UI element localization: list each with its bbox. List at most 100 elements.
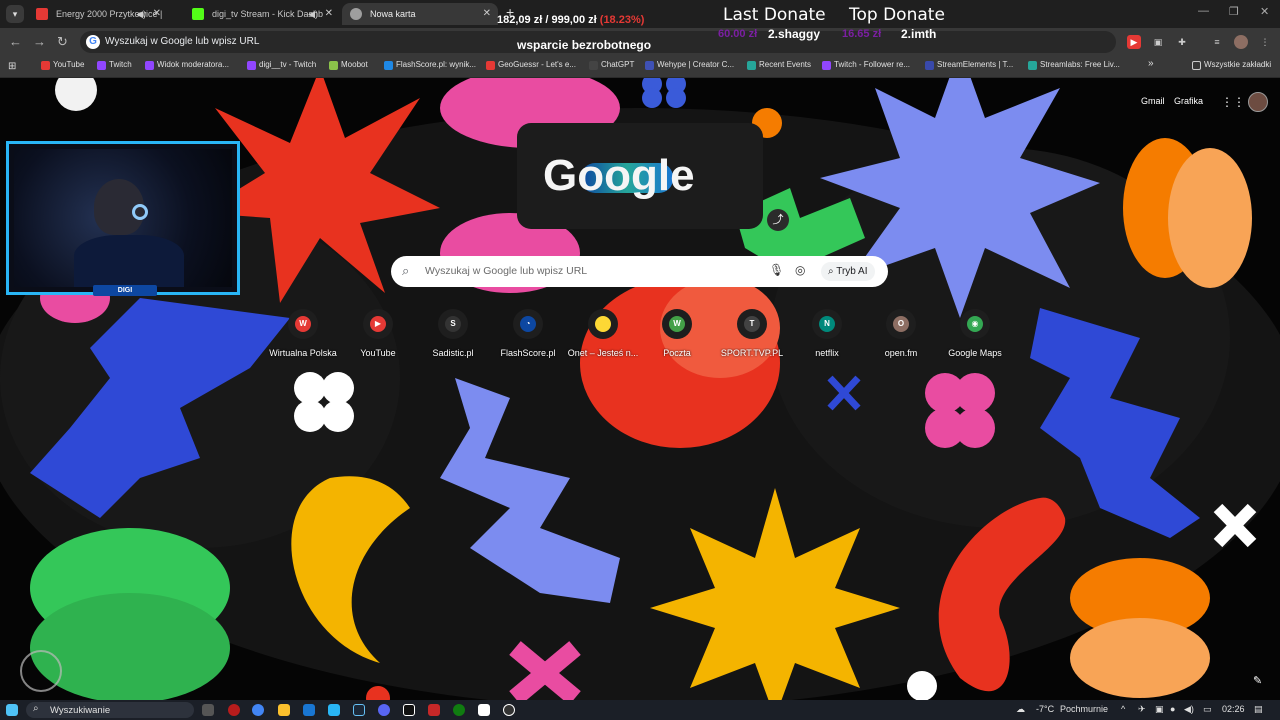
shortcut-sport-tvp[interactable]: T SPORT.TVP.PL: [715, 309, 789, 358]
audio-playing-icon[interactable]: ◀): [308, 3, 318, 25]
chrome-icon[interactable]: [252, 704, 264, 716]
shortcut-wirtualna-polska[interactable]: W Wirtualna Polska: [266, 309, 340, 358]
shortcut-label: Wirtualna Polska: [269, 348, 337, 358]
weather-icon[interactable]: ☁: [1016, 704, 1025, 715]
bookmark-youtube[interactable]: YouTube: [41, 60, 85, 70]
bookmark-twitch-follower[interactable]: Twitch - Follower re...: [822, 60, 910, 70]
tab-new-tab[interactable]: Nowa karta ✕: [342, 3, 498, 25]
bookmark-label: YouTube: [53, 60, 85, 69]
share-doodle-icon[interactable]: ⤴: [767, 209, 789, 231]
customize-pencil-icon[interactable]: ✎: [1253, 674, 1262, 687]
ai-mode-label: Tryb AI: [836, 266, 868, 277]
bookmark-streamelements[interactable]: StreamElements | T...: [925, 60, 1013, 70]
app-icon[interactable]: [428, 704, 440, 716]
doodle-logo-text: Google: [543, 151, 695, 200]
audio-playing-icon[interactable]: ◀): [136, 3, 146, 25]
app-icon[interactable]: [478, 704, 490, 716]
shortcut-poczta[interactable]: W Poczta: [640, 309, 714, 358]
windows-start-icon[interactable]: [6, 704, 18, 716]
shortcut-flashscore[interactable]: ◔ FlashScore.pl: [491, 309, 565, 358]
more-bookmarks-chevron-icon[interactable]: »: [1148, 58, 1154, 69]
bookmark-recent-events[interactable]: Recent Events: [747, 60, 811, 70]
shortcut-open-fm[interactable]: Oopen.fm: [864, 309, 938, 358]
task-view-icon[interactable]: [202, 704, 214, 716]
shortcut-label: Onet – Jesteś n...: [567, 348, 639, 358]
profile-avatar-icon[interactable]: [1234, 35, 1248, 49]
store-icon[interactable]: [303, 704, 315, 716]
apps-grid-icon[interactable]: ⊞: [8, 61, 16, 72]
all-bookmarks-folder[interactable]: Wszystkie zakładki: [1192, 60, 1271, 70]
shortcut-netflix[interactable]: Nnetflix: [790, 309, 864, 358]
bookmark-geoguessr[interactable]: GeoGuessr - Let's e...: [486, 60, 576, 70]
address-bar-text[interactable]: Wyszukaj w Google lub wpisz URL: [105, 36, 259, 47]
shortcut-label: Google Maps: [948, 348, 1002, 358]
menu-kebab-icon[interactable]: ⋮: [1258, 35, 1272, 49]
twitch-icon: [822, 61, 831, 70]
bookmark-label: Widok moderatora...: [157, 60, 230, 69]
reading-list-icon[interactable]: ≡: [1210, 35, 1224, 49]
taskbar-search[interactable]: ⌕ Wyszukiwanie: [26, 702, 194, 718]
close-tab-icon[interactable]: ✕: [325, 3, 333, 25]
weather-temp[interactable]: -7°C: [1036, 704, 1054, 714]
minimize-icon[interactable]: —: [1198, 5, 1209, 17]
tiktok-icon[interactable]: [403, 704, 415, 716]
shortcut-onet[interactable]: Onet – Jesteś n...: [566, 309, 640, 358]
folder-icon: [1192, 61, 1201, 70]
account-avatar[interactable]: [1248, 92, 1268, 112]
extensions-puzzle-icon[interactable]: ✚: [1175, 35, 1189, 49]
voice-search-mic-icon[interactable]: 🎙: [769, 263, 784, 277]
tray-app-icon[interactable]: ✈: [1138, 704, 1146, 715]
close-tab-icon[interactable]: ✕: [483, 3, 491, 25]
search-box[interactable]: ⌕ Wyszukaj w Google lub wpisz URL 🎙 ◎ ⌕ …: [391, 256, 888, 287]
microphone-icon[interactable]: ●: [1170, 704, 1175, 714]
tab-kick-dashboard[interactable]: digi_tv Stream - Kick Dashb ◀) ✕: [184, 3, 340, 25]
discord-icon[interactable]: [378, 704, 390, 716]
taskbar: ⌕ Wyszukiwanie ☁ -7°C Pochmurnie ^ ✈ ▣ ●…: [0, 700, 1280, 720]
tray-app-icon[interactable]: ▣: [1155, 704, 1164, 715]
bookmark-chatgpt[interactable]: ChatGPT: [589, 60, 634, 70]
back-arrow-icon[interactable]: ←: [9, 34, 22, 49]
volume-icon[interactable]: ◀): [1184, 704, 1194, 715]
ai-mode-button[interactable]: ⌕ Tryb AI: [821, 262, 875, 281]
restore-icon[interactable]: ❐: [1229, 5, 1239, 18]
gmail-link[interactable]: Gmail: [1141, 96, 1165, 106]
obs-icon[interactable]: [503, 704, 515, 716]
tab-energy-2000[interactable]: Energy 2000 Przytkowice | ◀) ✕: [28, 3, 168, 25]
file-explorer-icon[interactable]: [278, 704, 290, 716]
notifications-icon[interactable]: ▤: [1254, 704, 1263, 715]
forward-arrow-icon[interactable]: →: [33, 34, 46, 49]
bookmark-twitch[interactable]: Twitch: [97, 60, 132, 70]
close-tab-icon[interactable]: ✕: [153, 3, 161, 25]
bookmark-wehype[interactable]: Wehype | Creator C...: [645, 60, 734, 70]
watermark-logo: [20, 650, 62, 692]
weather-desc[interactable]: Pochmurnie: [1060, 704, 1108, 714]
extension-icon[interactable]: ▶: [1127, 35, 1141, 49]
close-window-icon[interactable]: ✕: [1260, 5, 1269, 18]
google-doodle[interactable]: Google: [517, 123, 763, 229]
bookmark-streamlabs[interactable]: Streamlabs: Free Liv...: [1028, 60, 1120, 70]
shortcut-sadistic[interactable]: S Sadistic.pl: [416, 309, 490, 358]
goal-target: 999,00 zł: [551, 14, 597, 26]
search-input[interactable]: Wyszukaj w Google lub wpisz URL: [425, 265, 587, 277]
reload-icon[interactable]: ↻: [57, 34, 68, 50]
app-icon[interactable]: [228, 704, 240, 716]
xbox-icon[interactable]: [453, 704, 465, 716]
google-lens-icon[interactable]: ◎: [795, 263, 805, 277]
bookmark-flashscore[interactable]: FlashScore.pl: wynik...: [384, 60, 476, 70]
shortcut-youtube[interactable]: ▶ YouTube: [341, 309, 415, 358]
google-apps-grid-icon[interactable]: ⋮⋮: [1221, 95, 1245, 109]
show-hidden-icons-chevron-icon[interactable]: ^: [1121, 704, 1125, 714]
bookmark-moobot[interactable]: Moobot: [329, 60, 368, 70]
images-link[interactable]: Grafika: [1174, 96, 1203, 106]
search-icon: ⌕: [33, 703, 39, 714]
geoguessr-icon: [486, 61, 495, 70]
clock[interactable]: 02:26: [1222, 704, 1245, 714]
steam-icon[interactable]: [353, 704, 365, 716]
network-icon[interactable]: ▭: [1203, 704, 1212, 715]
extension-icon[interactable]: ▣: [1151, 35, 1165, 49]
bookmark-moderator-view[interactable]: Widok moderatora...: [145, 60, 230, 70]
bookmark-digi-twitch[interactable]: digi__tv - Twitch: [247, 60, 316, 70]
app-icon[interactable]: [328, 704, 340, 716]
tab-search-button[interactable]: ▾: [6, 5, 24, 23]
shortcut-google-maps[interactable]: ◉ Google Maps: [938, 309, 1012, 358]
